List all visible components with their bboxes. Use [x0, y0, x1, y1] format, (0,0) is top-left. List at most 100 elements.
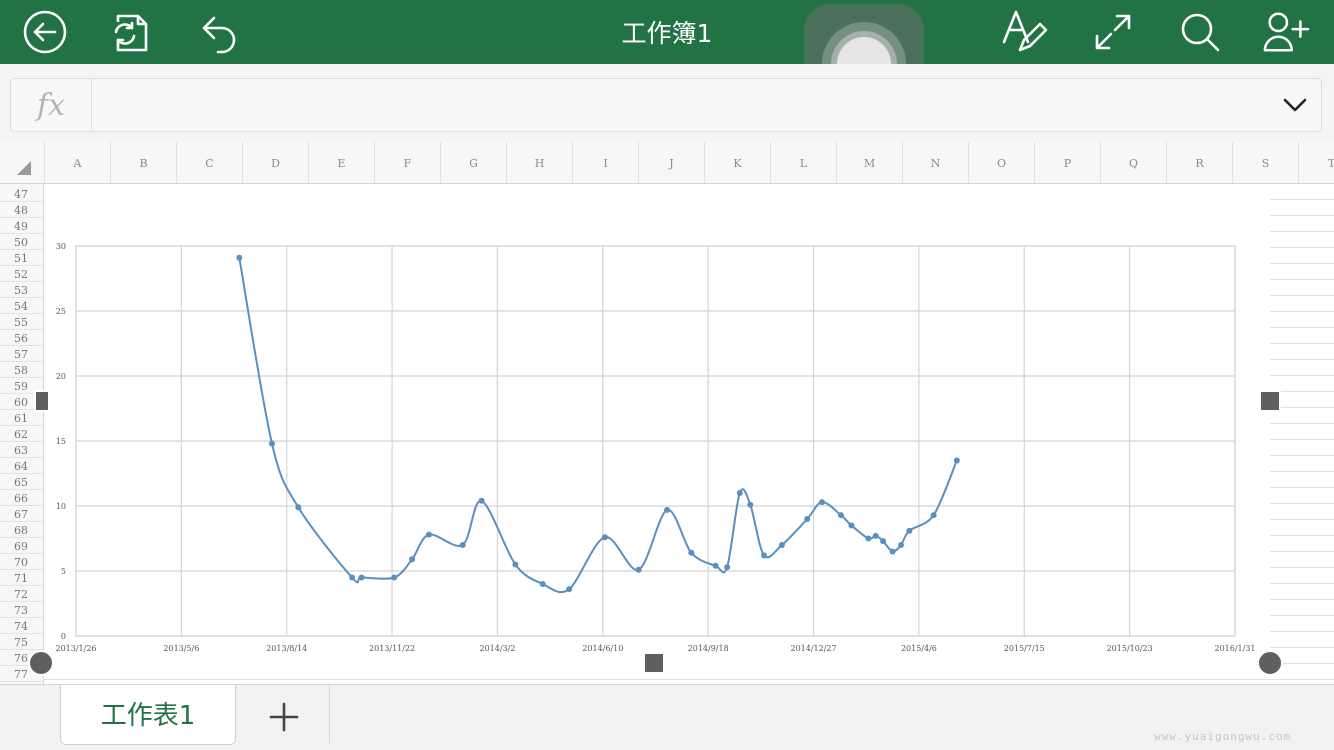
x-tick-label: 2015/4/6 — [901, 644, 937, 653]
chart-object[interactable]: 0 5 10 15 20 25 30 2013/1/26 2013/5/6 2013/8/14 20… — [44, 184, 1270, 664]
chart-resize-handle-right[interactable] — [1259, 390, 1281, 412]
row-header-56[interactable]: 56 — [0, 330, 43, 346]
sheet-tab-1[interactable]: 工作表1 — [60, 685, 236, 745]
plus-icon — [269, 702, 299, 732]
add-sheet-button[interactable] — [264, 697, 304, 737]
data-point — [409, 556, 416, 563]
data-point — [906, 527, 913, 534]
column-header-Q[interactable]: Q — [1100, 142, 1166, 183]
data-point — [459, 542, 466, 548]
column-header-I[interactable]: I — [572, 142, 638, 183]
edit-text-icon[interactable] — [1000, 8, 1048, 56]
data-point — [539, 581, 546, 587]
row-header-53[interactable]: 53 — [0, 282, 43, 298]
row-header-68[interactable]: 68 — [0, 522, 43, 538]
row-header-75[interactable]: 75 — [0, 634, 43, 650]
column-header-F[interactable]: F — [374, 142, 440, 183]
formula-area: fx — [0, 64, 1334, 142]
row-header-62[interactable]: 62 — [0, 426, 43, 442]
column-header-C[interactable]: C — [176, 142, 242, 183]
column-header-D[interactable]: D — [242, 142, 308, 183]
row-header-67[interactable]: 67 — [0, 506, 43, 522]
column-header-O[interactable]: O — [968, 142, 1034, 183]
row-header-58[interactable]: 58 — [0, 362, 43, 378]
x-tick-label: 2016/1/31 — [1214, 644, 1255, 653]
row-header-47[interactable]: 47 — [0, 186, 43, 202]
row-header-50[interactable]: 50 — [0, 234, 43, 250]
row-header-55[interactable]: 55 — [0, 314, 43, 330]
data-point — [897, 542, 904, 548]
row-header-52[interactable]: 52 — [0, 266, 43, 282]
add-person-icon[interactable] — [1262, 8, 1310, 56]
y-tick-label: 30 — [56, 242, 66, 251]
row-header-65[interactable]: 65 — [0, 474, 43, 490]
sheet-tab-bar: 工作表1 — [0, 684, 1334, 750]
data-point — [358, 574, 365, 581]
chart-resize-handle-corner-left[interactable] — [28, 650, 54, 676]
column-header-B[interactable]: B — [110, 142, 176, 183]
column-header-T[interactable]: T — [1298, 142, 1334, 183]
save-sync-icon[interactable] — [108, 8, 156, 56]
column-header-M[interactable]: M — [836, 142, 902, 183]
column-header-A[interactable]: A — [44, 142, 110, 183]
select-all-corner[interactable] — [0, 142, 44, 183]
data-point — [778, 542, 785, 548]
fullscreen-icon[interactable] — [1089, 8, 1137, 56]
data-point — [889, 548, 896, 555]
column-header-H[interactable]: H — [506, 142, 572, 183]
column-header-J[interactable]: J — [638, 142, 704, 183]
line-chart: 0 5 10 15 20 25 30 2013/1/26 2013/5/6 2013/8/14 20… — [55, 242, 1255, 653]
row-header-64[interactable]: 64 — [0, 458, 43, 474]
row-header-74[interactable]: 74 — [0, 618, 43, 634]
workbook-title: 工作簿1 — [621, 19, 713, 48]
chevron-down-icon[interactable] — [1279, 89, 1311, 121]
chart-resize-handle-left[interactable] — [34, 390, 50, 412]
data-point — [953, 457, 960, 464]
row-header-49[interactable]: 49 — [0, 218, 43, 234]
column-header-N[interactable]: N — [902, 142, 968, 183]
x-tick-label: 2013/1/26 — [55, 644, 96, 653]
y-tick-label: 0 — [61, 632, 66, 641]
row-header-66[interactable]: 66 — [0, 490, 43, 506]
data-point — [736, 490, 743, 496]
top-toolbar: 工作簿1 — [0, 0, 1334, 64]
x-tick-label: 2014/3/2 — [479, 644, 515, 653]
row-header-71[interactable]: 71 — [0, 570, 43, 586]
row-header-63[interactable]: 63 — [0, 442, 43, 458]
undo-icon[interactable] — [196, 8, 244, 56]
formula-input[interactable] — [93, 79, 1277, 133]
chart-resize-handle-corner[interactable] — [1257, 650, 1283, 676]
tab-divider — [329, 685, 330, 743]
row-header-54[interactable]: 54 — [0, 298, 43, 314]
column-header-K[interactable]: K — [704, 142, 770, 183]
data-point — [880, 538, 887, 545]
x-tick-label: 2015/7/15 — [1004, 644, 1045, 653]
column-header-S[interactable]: S — [1232, 142, 1298, 183]
x-tick-label: 2014/6/10 — [582, 644, 623, 653]
data-point — [349, 574, 356, 581]
column-header-E[interactable]: E — [308, 142, 374, 183]
back-arrow-icon[interactable] — [21, 8, 69, 56]
data-point — [818, 499, 825, 506]
search-icon[interactable] — [1176, 8, 1224, 56]
data-point — [747, 501, 754, 508]
row-header-57[interactable]: 57 — [0, 346, 43, 362]
column-header-L[interactable]: L — [770, 142, 836, 183]
row-header-61[interactable]: 61 — [0, 410, 43, 426]
data-point — [712, 562, 719, 569]
row-header-48[interactable]: 48 — [0, 202, 43, 218]
row-header-73[interactable]: 73 — [0, 602, 43, 618]
data-point — [601, 534, 608, 541]
row-header-51[interactable]: 51 — [0, 250, 43, 266]
row-header-72[interactable]: 72 — [0, 586, 43, 602]
row-header-69[interactable]: 69 — [0, 538, 43, 554]
x-tick-label: 2013/8/14 — [266, 644, 307, 653]
column-header-P[interactable]: P — [1034, 142, 1100, 183]
data-point — [872, 532, 879, 539]
row-header-70[interactable]: 70 — [0, 554, 43, 570]
data-point — [425, 531, 432, 538]
column-header-G[interactable]: G — [440, 142, 506, 183]
chart-resize-handle-bottom[interactable] — [643, 652, 665, 674]
data-point — [391, 574, 398, 581]
column-header-R[interactable]: R — [1166, 142, 1232, 183]
